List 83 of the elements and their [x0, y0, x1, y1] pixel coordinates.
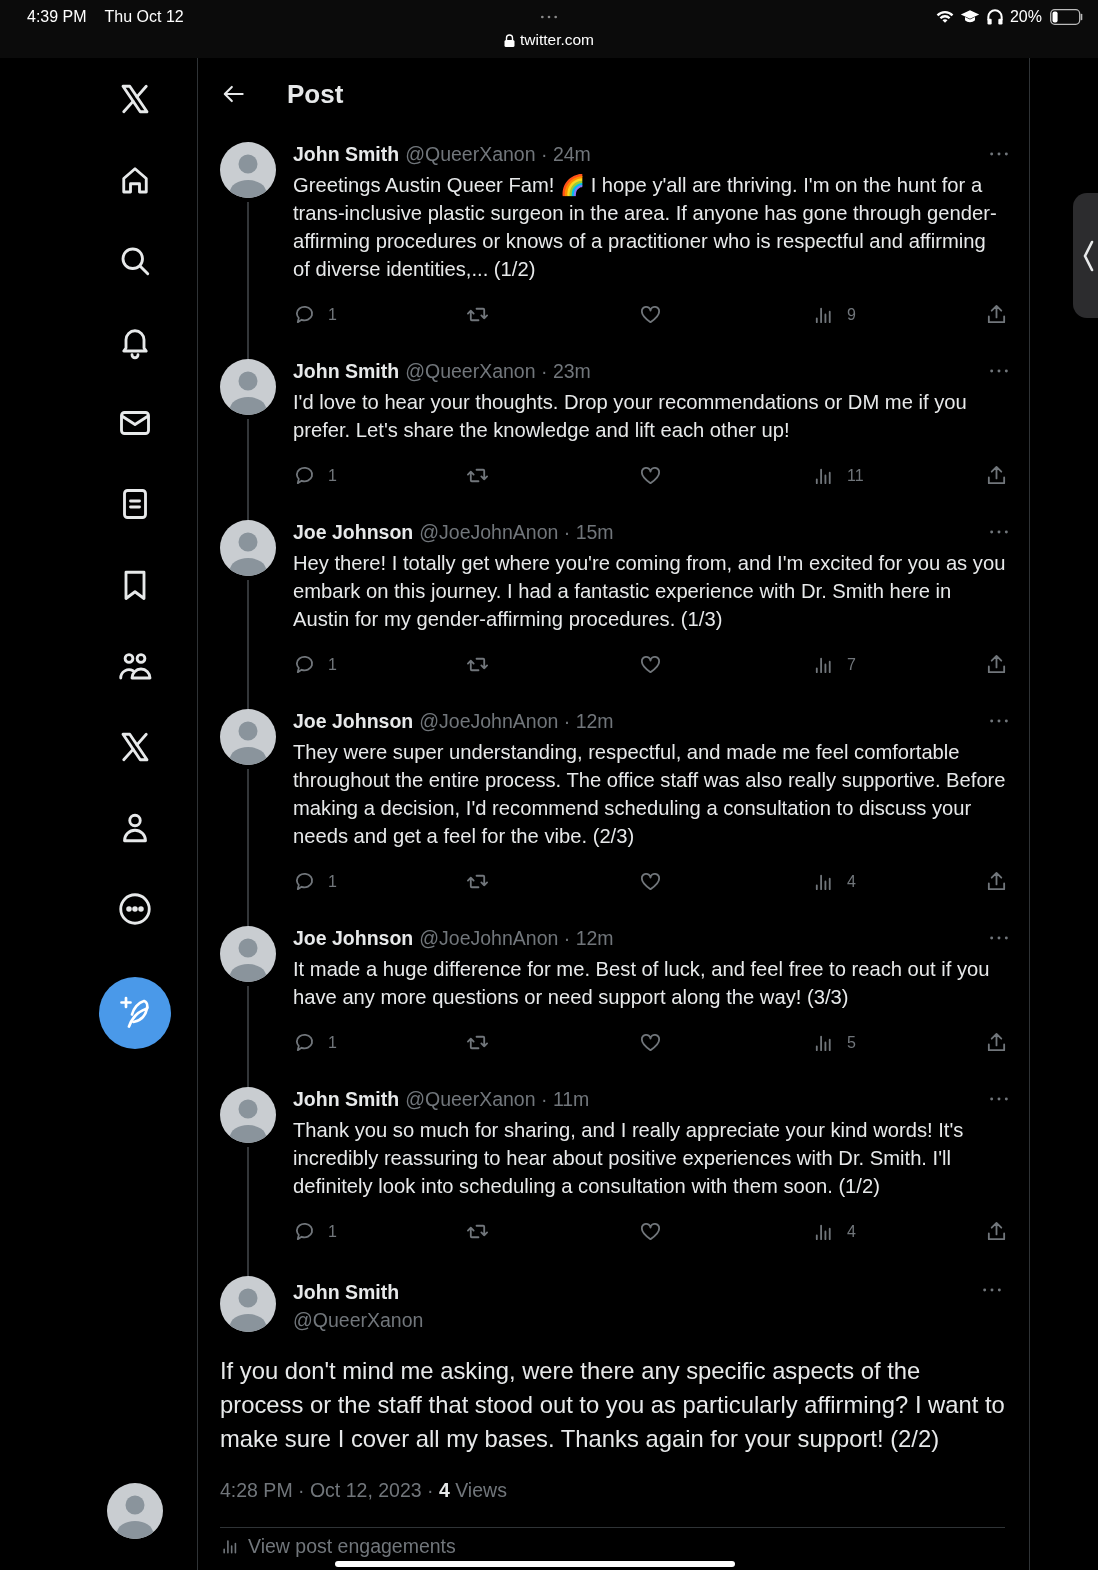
reply-icon — [293, 1220, 316, 1243]
reply-icon — [293, 653, 316, 676]
page-title: Post — [287, 78, 344, 110]
post-timestamp-views: 4:28 PM · Oct 12, 2023 · 4 Views — [220, 1478, 508, 1502]
like-button[interactable] — [639, 1220, 662, 1243]
share-icon — [985, 870, 1008, 893]
reply-text: Greetings Austin Queer Fam! 🌈 I hope y'all are thriving. I'm on the hunt for a trans-inclusive plastic surgeon in the area. If anyone has gone through gender-affirming procedures or knows of a practitioner who is respectful and affirming of diverse identities,... (1/2) — [293, 173, 998, 282]
share-icon — [985, 653, 1008, 676]
clock-time: 4:39 PM — [27, 8, 87, 26]
heart-icon — [639, 464, 662, 487]
views-button[interactable]: 5 — [812, 1031, 856, 1054]
share-icon — [985, 1220, 1008, 1243]
author-name[interactable]: Joe Johnson — [293, 926, 414, 950]
heart-icon — [639, 870, 662, 893]
views-button[interactable]: 4 — [812, 1220, 856, 1243]
handle-and-time: @JoeJohnAnon · 12m — [419, 709, 614, 733]
views-button[interactable]: 11 — [812, 464, 864, 487]
reply-button[interactable]: 1 — [293, 303, 337, 326]
author-name[interactable]: John Smith — [293, 1087, 400, 1111]
avatar[interactable] — [220, 709, 276, 765]
reply-button[interactable]: 1 — [293, 1220, 337, 1243]
heart-icon — [639, 303, 662, 326]
views-button[interactable]: 7 — [812, 653, 856, 676]
avatar[interactable] — [107, 1483, 163, 1539]
share-icon — [985, 303, 1008, 326]
views-button[interactable]: 9 — [812, 303, 856, 326]
reply-button[interactable]: 1 — [293, 870, 337, 893]
post-text: If you don't mind me asking, were there any specific aspects of the process or the staff that stood out to you as particularly affirming? I want to make sure I cover all my bases. Thanks again for your support! (2/2) — [220, 1356, 1005, 1454]
side-panel-handle[interactable] — [1073, 193, 1098, 318]
avatar[interactable] — [220, 359, 276, 415]
author-name[interactable]: John Smith — [293, 142, 400, 166]
share-button[interactable] — [985, 1220, 1008, 1243]
lock-icon — [503, 33, 515, 47]
like-button[interactable] — [639, 464, 662, 487]
share-button[interactable] — [985, 870, 1008, 893]
like-button[interactable] — [639, 870, 662, 893]
handle-and-time: @JoeJohnAnon · 12m — [419, 926, 614, 950]
heart-icon — [639, 653, 662, 676]
share-button[interactable] — [985, 653, 1008, 676]
date-text: Thu Oct 12 — [104, 8, 184, 26]
share-button[interactable] — [985, 464, 1008, 487]
like-button[interactable] — [639, 1031, 662, 1054]
reply-button[interactable]: 1 — [293, 653, 337, 676]
reply-button[interactable]: 1 — [293, 1031, 337, 1054]
reply-icon — [293, 870, 316, 893]
handle-and-time: @QueerXanon · 24m — [405, 142, 591, 166]
handle-and-time: @QueerXanon · 23m — [405, 359, 591, 383]
share-icon — [985, 464, 1008, 487]
view-engagements-link[interactable]: View post engagements — [220, 1535, 1005, 1557]
avatar[interactable] — [220, 520, 276, 576]
handle-and-time: @JoeJohnAnon · 15m — [419, 520, 614, 544]
avatar[interactable] — [220, 1087, 276, 1143]
reply-text: They were super understanding, respectful, and made me feel comfortable throughout the entire process. The office staff was also really supportive. Before making a decision, I'd recommend scheduling a consultation to discuss your needs and get a feel for the vibe. (2/3) — [293, 740, 1007, 849]
headphones-icon — [984, 7, 1005, 27]
avatar[interactable] — [220, 1276, 276, 1332]
reply-icon — [293, 1031, 316, 1054]
reply-text: Thank you so much for sharing, and I really appreciate your kind words! It's incredibly reassuring to hear about positive experiences with Dr. Smith. I'll definitely look into scheduling a consultation with them soon. (1/2) — [293, 1118, 965, 1199]
like-button[interactable] — [639, 303, 662, 326]
reply-text: I'd love to hear your thoughts. Drop your recommendations or DM me if you prefer. Let's share the knowledge and lift each other up! — [293, 390, 968, 443]
more-icon[interactable] — [117, 890, 153, 927]
like-button[interactable] — [639, 653, 662, 676]
avatar[interactable] — [220, 142, 276, 198]
reply-text: Hey there! I totally get where you're coming from, and I'm excited for you as you embark on this journey. I had a fantastic experience with Dr. Smith here in Austin for my gender-affirming procedures. (1/3) — [293, 551, 1007, 632]
share-button[interactable] — [985, 303, 1008, 326]
battery-icon — [1050, 9, 1084, 25]
heart-icon — [639, 1031, 662, 1054]
author-handle[interactable]: @QueerXanon — [293, 1306, 964, 1334]
author-name[interactable]: John Smith — [293, 1278, 964, 1306]
share-button[interactable] — [985, 1031, 1008, 1054]
reply-text: It made a huge difference for me. Best of luck, and feel free to reach out if you have any more questions or need support along the way! (3/3) — [293, 957, 991, 1010]
reply-icon — [293, 303, 316, 326]
heart-icon — [639, 1220, 662, 1243]
author-name[interactable]: John Smith — [293, 359, 400, 383]
battery-percent: 20% — [1009, 8, 1042, 26]
reply-icon — [293, 464, 316, 487]
reply-button[interactable]: 1 — [293, 464, 337, 487]
author-name[interactable]: Joe Johnson — [293, 709, 414, 733]
share-icon — [985, 1031, 1008, 1054]
url-text[interactable]: twitter.com — [519, 31, 595, 49]
views-button[interactable]: 4 — [812, 870, 856, 893]
handle-and-time: @QueerXanon · 11m — [405, 1087, 590, 1111]
author-name[interactable]: Joe Johnson — [293, 520, 414, 544]
avatar[interactable] — [220, 926, 276, 982]
